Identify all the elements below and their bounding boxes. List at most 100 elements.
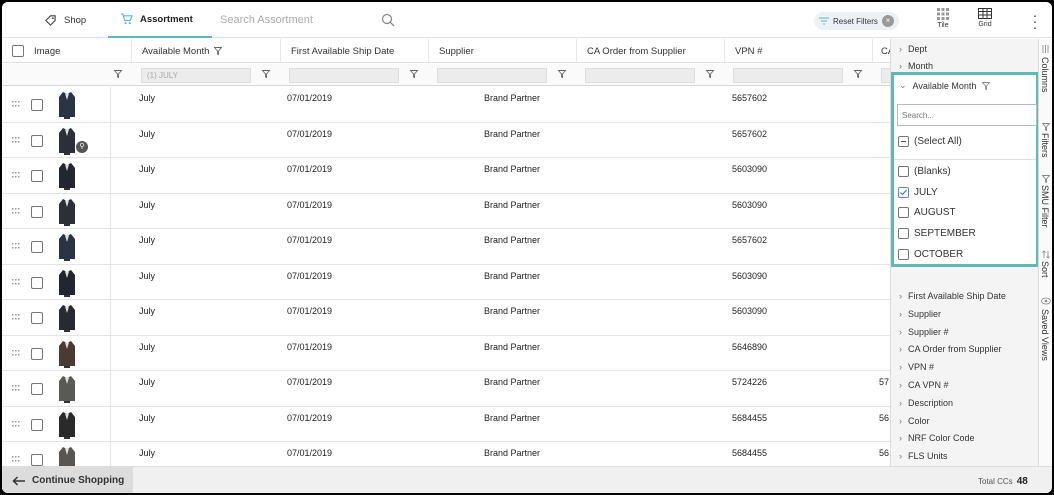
drag-handle-icon[interactable] — [12, 136, 20, 143]
drag-handle-icon[interactable] — [12, 349, 20, 356]
row-checkbox[interactable] — [31, 241, 43, 253]
vpn-filter-input[interactable] — [733, 68, 843, 83]
tile-view-button[interactable]: Tile — [926, 8, 960, 36]
side-item-dept[interactable]: › Dept — [899, 44, 927, 54]
month-option[interactable]: SEPTEMBER — [898, 228, 976, 240]
column-header-ca-order-from-supplier[interactable]: CA Order from Supplier — [576, 39, 724, 63]
select-all-checkbox[interactable] — [12, 45, 24, 57]
month-option[interactable]: (Blanks) — [898, 166, 951, 177]
table-row[interactable]: July 07/01/2019 Brand Partner 5603090 — [2, 264, 890, 300]
column-header-ca[interactable]: CA — [872, 39, 890, 63]
option-checkbox[interactable] — [898, 186, 909, 198]
side-item[interactable]: › CA Order from Supplier — [899, 344, 1002, 354]
ca-filter-input[interactable] — [881, 68, 890, 83]
table-row[interactable]: July 07/01/2019 Brand Partner 5724226 57 — [2, 371, 890, 407]
rail-smu-filter[interactable]: SMU Filter — [1040, 185, 1050, 228]
available-month-filter-input[interactable]: (1) JULY — [141, 68, 251, 83]
column-header-first-available-ship-date[interactable]: First Available Ship Date — [280, 39, 428, 63]
product-image[interactable] — [57, 232, 77, 261]
drag-handle-icon[interactable] — [12, 172, 20, 178]
table-row[interactable]: July 07/01/2019 Brand Partner 5603090 — [2, 300, 890, 336]
drag-handle-icon[interactable] — [12, 207, 20, 214]
reset-filters-button[interactable]: Reset Filters × — [814, 12, 899, 30]
side-item-month[interactable]: › Month — [899, 61, 933, 71]
option-checkbox[interactable] — [898, 166, 909, 177]
table-row[interactable]: July 07/01/2019 Brand Partner 5646890 — [2, 335, 890, 371]
month-option[interactable]: OCTOBER — [898, 248, 963, 260]
column-header-image[interactable]: Image — [24, 39, 60, 63]
row-checkbox[interactable] — [31, 454, 43, 466]
table-row[interactable]: July 07/01/2019 Brand Partner 5603090 — [2, 193, 890, 229]
table-row[interactable]: July 07/01/2019 Brand Partner 5603090 — [2, 158, 890, 194]
search-icon[interactable] — [381, 13, 395, 27]
side-item[interactable]: › FLS Units — [899, 451, 948, 461]
row-checkbox[interactable] — [31, 99, 43, 111]
filter-icon[interactable] — [558, 70, 566, 78]
rail-filters[interactable]: Filters — [1040, 133, 1050, 158]
row-checkbox[interactable] — [31, 383, 43, 395]
continue-shopping-button[interactable]: Continue Shopping — [2, 467, 133, 493]
product-image[interactable] — [57, 126, 77, 155]
month-option[interactable]: JULY — [898, 186, 938, 198]
filter-icon[interactable] — [706, 70, 714, 78]
supplier-filter-input[interactable] — [437, 68, 547, 83]
panel-search-input[interactable] — [897, 104, 1037, 126]
side-item[interactable]: › NRF Color Code — [899, 433, 975, 443]
side-item[interactable]: › Color — [899, 416, 930, 426]
side-item[interactable]: › First Available Ship Date — [899, 291, 1006, 301]
side-item[interactable]: › CA VPN # — [899, 380, 949, 390]
product-image[interactable] — [57, 197, 77, 226]
table-row[interactable]: July 07/01/2019 Brand Partner 5657602 — [2, 229, 890, 265]
side-item[interactable]: › Description — [899, 398, 953, 408]
product-image[interactable] — [57, 374, 77, 403]
table-row[interactable]: July 07/01/2019 Brand Partner 5684455 56 — [2, 442, 890, 466]
row-checkbox[interactable] — [31, 170, 43, 182]
side-item[interactable]: › VPN # — [899, 362, 934, 372]
column-header-available-month[interactable]: Available Month — [131, 39, 281, 63]
row-checkbox[interactable] — [31, 418, 43, 431]
product-image[interactable] — [57, 161, 77, 190]
tab-shop[interactable]: Shop — [44, 2, 86, 38]
filter-icon[interactable] — [854, 70, 862, 78]
row-checkbox[interactable] — [31, 134, 43, 147]
grid-view-button[interactable]: Grid — [968, 8, 1002, 36]
product-image[interactable] — [57, 410, 77, 439]
select-all-option[interactable]: (Select All) — [898, 136, 962, 147]
row-checkbox[interactable] — [31, 276, 43, 289]
product-image[interactable] — [57, 339, 77, 368]
side-item[interactable]: › Supplier # — [899, 327, 949, 337]
rail-sort[interactable]: Sort — [1040, 261, 1050, 278]
option-checkbox[interactable] — [898, 228, 909, 240]
filter-icon[interactable] — [214, 47, 223, 55]
rail-columns[interactable]: Columns — [1040, 57, 1050, 93]
product-image[interactable] — [57, 303, 77, 332]
table-row[interactable]: July 07/01/2019 Brand Partner 5657602 — [2, 87, 890, 123]
row-checkbox[interactable] — [31, 205, 43, 218]
drag-handle-icon[interactable] — [12, 278, 20, 285]
filter-icon[interactable] — [114, 70, 122, 78]
link-badge-icon[interactable]: ⚲ — [76, 140, 88, 153]
drag-handle-icon[interactable] — [12, 385, 20, 391]
select-all-checkbox[interactable] — [898, 136, 909, 147]
product-image[interactable] — [57, 90, 77, 119]
table-row[interactable]: ⚲ July 07/01/2019 Brand Partner 5657602 — [2, 122, 890, 158]
option-checkbox[interactable] — [898, 248, 909, 260]
product-image[interactable] — [57, 268, 77, 297]
side-item[interactable]: › Supplier — [899, 309, 941, 319]
tab-assortment[interactable]: Assortment — [108, 2, 212, 38]
ca-order-filter-input[interactable] — [585, 68, 695, 83]
drag-handle-icon[interactable] — [12, 314, 20, 320]
ship-date-filter-input[interactable] — [289, 68, 399, 83]
filter-icon[interactable] — [262, 70, 270, 78]
option-checkbox[interactable] — [898, 207, 909, 219]
drag-handle-icon[interactable] — [12, 420, 20, 427]
table-row[interactable]: July 07/01/2019 Brand Partner 5684455 56 — [2, 406, 890, 442]
available-month-header[interactable]: ⌄ Available Month — [899, 80, 991, 91]
row-checkbox[interactable] — [31, 347, 43, 360]
drag-handle-icon[interactable] — [12, 101, 20, 107]
more-options-icon[interactable]: · · · — [1030, 8, 1040, 34]
drag-handle-icon[interactable] — [12, 456, 20, 462]
row-checkbox[interactable] — [31, 312, 43, 324]
filter-icon[interactable] — [410, 70, 418, 78]
column-header-vpn[interactable]: VPN # — [724, 39, 872, 63]
